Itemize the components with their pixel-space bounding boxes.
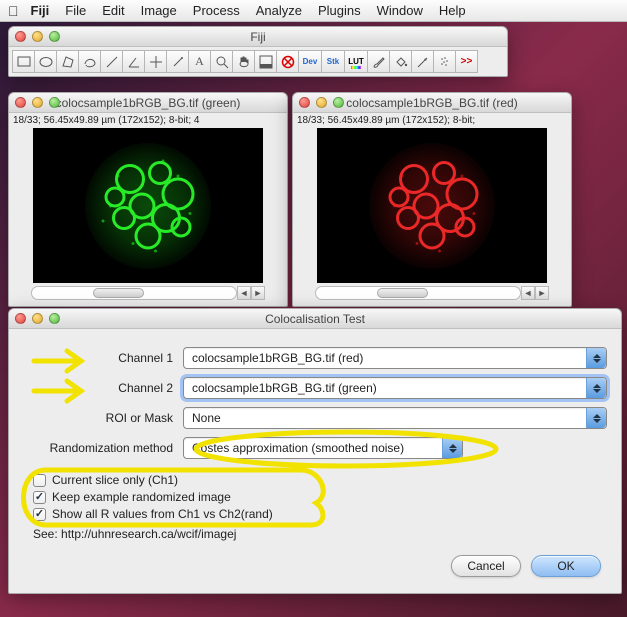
- app-menu[interactable]: Fiji: [23, 3, 58, 18]
- menu-window[interactable]: Window: [369, 3, 431, 18]
- next-slice-button[interactable]: ►: [535, 286, 549, 300]
- channel1-value: colocsample1bRGB_BG.tif (red): [192, 351, 363, 365]
- image-green-meta: 18/33; 56.45x49.89 µm (172x152); 8-bit; …: [9, 113, 287, 128]
- keep-example-label: Keep example randomized image: [52, 490, 231, 504]
- window-title: Colocalisation Test: [15, 312, 615, 326]
- polygon-select-tool-icon[interactable]: [56, 50, 79, 73]
- channel2-label: Channel 2: [23, 381, 183, 395]
- chevron-up-down-icon: [586, 348, 606, 368]
- abort-macro-icon[interactable]: [276, 50, 299, 73]
- chevron-up-down-icon: [442, 438, 462, 458]
- menu-help[interactable]: Help: [431, 3, 474, 18]
- arrow-tool-icon[interactable]: [411, 50, 434, 73]
- image-red-canvas[interactable]: [317, 128, 547, 283]
- channel2-value: colocsample1bRGB_BG.tif (green): [192, 381, 377, 395]
- roi-value: None: [192, 411, 221, 425]
- roi-select[interactable]: None: [183, 407, 607, 429]
- keep-example-checkbox[interactable]: [33, 491, 46, 504]
- dev-menu-icon[interactable]: Dev: [298, 50, 322, 73]
- show-all-r-label: Show all R values from Ch1 vs Ch2(rand): [52, 507, 273, 521]
- lut-menu-icon[interactable]: LUT: [344, 50, 368, 73]
- next-slice-button[interactable]: ►: [251, 286, 265, 300]
- fiji-titlebar[interactable]: Fiji: [9, 27, 507, 47]
- freehand-select-tool-icon[interactable]: [78, 50, 101, 73]
- fiji-toolbar-window: Fiji A Dev Stk LUT >>: [8, 26, 508, 77]
- slice-scrollbar[interactable]: [31, 286, 237, 300]
- current-slice-only-label: Current slice only (Ch1): [52, 473, 178, 487]
- channel1-select[interactable]: colocsample1bRGB_BG.tif (red): [183, 347, 607, 369]
- rect-select-tool-icon[interactable]: [12, 50, 35, 73]
- cancel-button[interactable]: Cancel: [451, 555, 521, 577]
- randomization-value: Costes approximation (smoothed noise): [192, 441, 404, 455]
- hand-tool-icon[interactable]: [232, 50, 255, 73]
- fiji-toolbar: A Dev Stk LUT >>: [9, 47, 507, 76]
- menu-analyze[interactable]: Analyze: [248, 3, 310, 18]
- slice-scrollbar[interactable]: [315, 286, 521, 300]
- zoom-icon[interactable]: [333, 97, 344, 108]
- image-red-titlebar[interactable]: colocsample1bRGB_BG.tif (red): [293, 93, 571, 113]
- line-tool-icon[interactable]: [100, 50, 123, 73]
- wand-tool-icon[interactable]: [166, 50, 189, 73]
- image-green-canvas[interactable]: [33, 128, 263, 283]
- minimize-icon[interactable]: [32, 97, 43, 108]
- randomization-select[interactable]: Costes approximation (smoothed noise): [183, 437, 463, 459]
- magnifier-tool-icon[interactable]: [210, 50, 233, 73]
- spray-tool-icon[interactable]: [433, 50, 456, 73]
- minimize-icon[interactable]: [32, 31, 43, 42]
- channel2-select[interactable]: colocsample1bRGB_BG.tif (green): [183, 377, 607, 399]
- menu-file[interactable]: File: [57, 3, 94, 18]
- image-red-meta: 18/33; 56.45x49.89 µm (172x152); 8-bit;: [293, 113, 571, 128]
- window-title: Fiji: [15, 30, 501, 44]
- zoom-icon[interactable]: [49, 97, 60, 108]
- image-green-titlebar[interactable]: colocsample1bRGB_BG.tif (green): [9, 93, 287, 113]
- apple-menu-icon[interactable]: : [8, 3, 19, 19]
- flood-fill-tool-icon[interactable]: [389, 50, 412, 73]
- prev-slice-button[interactable]: ◄: [521, 286, 535, 300]
- menu-image[interactable]: Image: [133, 3, 185, 18]
- colocalisation-test-dialog: Colocalisation Test Channel 1 colocsampl…: [8, 308, 622, 594]
- channel1-label: Channel 1: [23, 351, 183, 365]
- oval-select-tool-icon[interactable]: [34, 50, 57, 73]
- dialog-titlebar[interactable]: Colocalisation Test: [9, 309, 621, 329]
- zoom-icon[interactable]: [49, 313, 60, 324]
- close-icon[interactable]: [299, 97, 310, 108]
- prev-slice-button[interactable]: ◄: [237, 286, 251, 300]
- point-tool-icon[interactable]: [144, 50, 167, 73]
- ok-button[interactable]: OK: [531, 555, 601, 577]
- randomization-label: Randomization method: [23, 441, 183, 455]
- menu-process[interactable]: Process: [185, 3, 248, 18]
- menubar:  Fiji File Edit Image Process Analyze P…: [0, 0, 627, 22]
- text-tool-icon[interactable]: A: [188, 50, 211, 73]
- chevron-up-down-icon: [586, 378, 606, 398]
- chevron-up-down-icon: [586, 408, 606, 428]
- show-all-r-checkbox[interactable]: [33, 508, 46, 521]
- angle-tool-icon[interactable]: [122, 50, 145, 73]
- brush-tool-icon[interactable]: [367, 50, 390, 73]
- see-link-text: See: http://uhnresearch.ca/wcif/imagej: [33, 527, 607, 541]
- roi-label: ROI or Mask: [23, 411, 183, 425]
- close-icon[interactable]: [15, 313, 26, 324]
- dropper-tool-icon[interactable]: [254, 50, 277, 73]
- more-tools-icon[interactable]: >>: [455, 50, 478, 73]
- menu-plugins[interactable]: Plugins: [310, 3, 369, 18]
- minimize-icon[interactable]: [32, 313, 43, 324]
- image-window-green: colocsample1bRGB_BG.tif (green) 18/33; 5…: [8, 92, 288, 307]
- close-icon[interactable]: [15, 97, 26, 108]
- image-window-red: colocsample1bRGB_BG.tif (red) 18/33; 56.…: [292, 92, 572, 307]
- close-icon[interactable]: [15, 31, 26, 42]
- current-slice-only-checkbox[interactable]: [33, 474, 46, 487]
- minimize-icon[interactable]: [316, 97, 327, 108]
- menu-edit[interactable]: Edit: [94, 3, 132, 18]
- stk-menu-icon[interactable]: Stk: [321, 50, 345, 73]
- zoom-icon[interactable]: [49, 31, 60, 42]
